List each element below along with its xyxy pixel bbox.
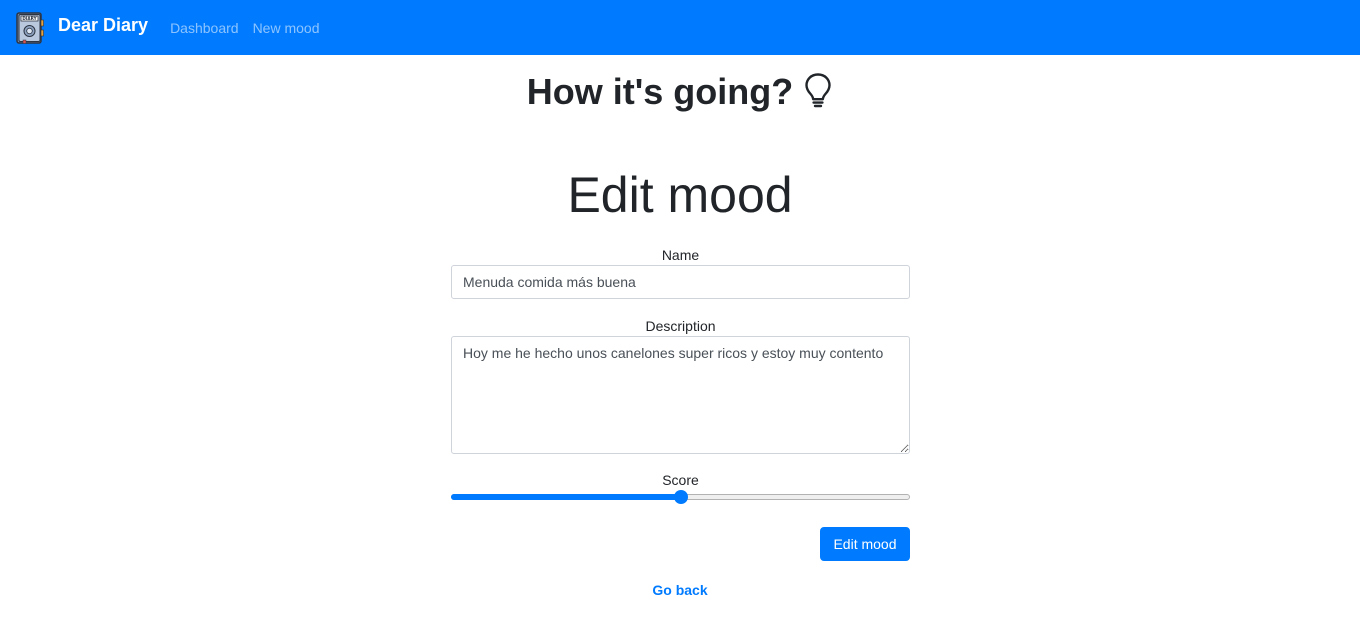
description-group: Description Hoy me he hecho unos canelon… xyxy=(451,317,910,454)
score-label: Score xyxy=(662,472,699,488)
name-input[interactable] xyxy=(451,265,910,299)
score-group: Score xyxy=(451,471,910,505)
score-slider[interactable] xyxy=(451,489,910,505)
logo-text: DIARY xyxy=(22,16,37,21)
slider-thumb[interactable] xyxy=(674,490,688,504)
description-textarea[interactable]: Hoy me he hecho unos canelones super ric… xyxy=(451,336,910,454)
go-back-container: Go back xyxy=(0,581,1360,599)
diary-logo-icon: DIARY xyxy=(16,11,44,44)
page-title: Edit mood xyxy=(567,167,793,223)
navbar: DIARY Dear Diary Dashboard New mood xyxy=(0,0,1360,55)
name-label: Name xyxy=(661,247,700,263)
name-group: Name xyxy=(451,246,910,299)
brand-name[interactable]: Dear Diary xyxy=(58,15,148,36)
submit-row: Edit mood xyxy=(451,527,910,561)
edit-mood-button[interactable]: Edit mood xyxy=(820,527,910,561)
tagline-heading: How it's going? xyxy=(0,70,1360,114)
nav-link-new-mood[interactable]: New mood xyxy=(253,20,320,36)
brand[interactable]: DIARY Dear Diary xyxy=(16,11,148,44)
nav-link-dashboard[interactable]: Dashboard xyxy=(170,20,239,36)
go-back-link[interactable]: Go back xyxy=(652,582,707,598)
edit-mood-form: Name Description Hoy me he hecho unos ca… xyxy=(451,246,910,561)
slider-fill xyxy=(451,494,681,500)
lightbulb-icon xyxy=(805,73,831,108)
description-label: Description xyxy=(645,318,716,334)
tagline-text: How it's going? xyxy=(526,71,794,112)
